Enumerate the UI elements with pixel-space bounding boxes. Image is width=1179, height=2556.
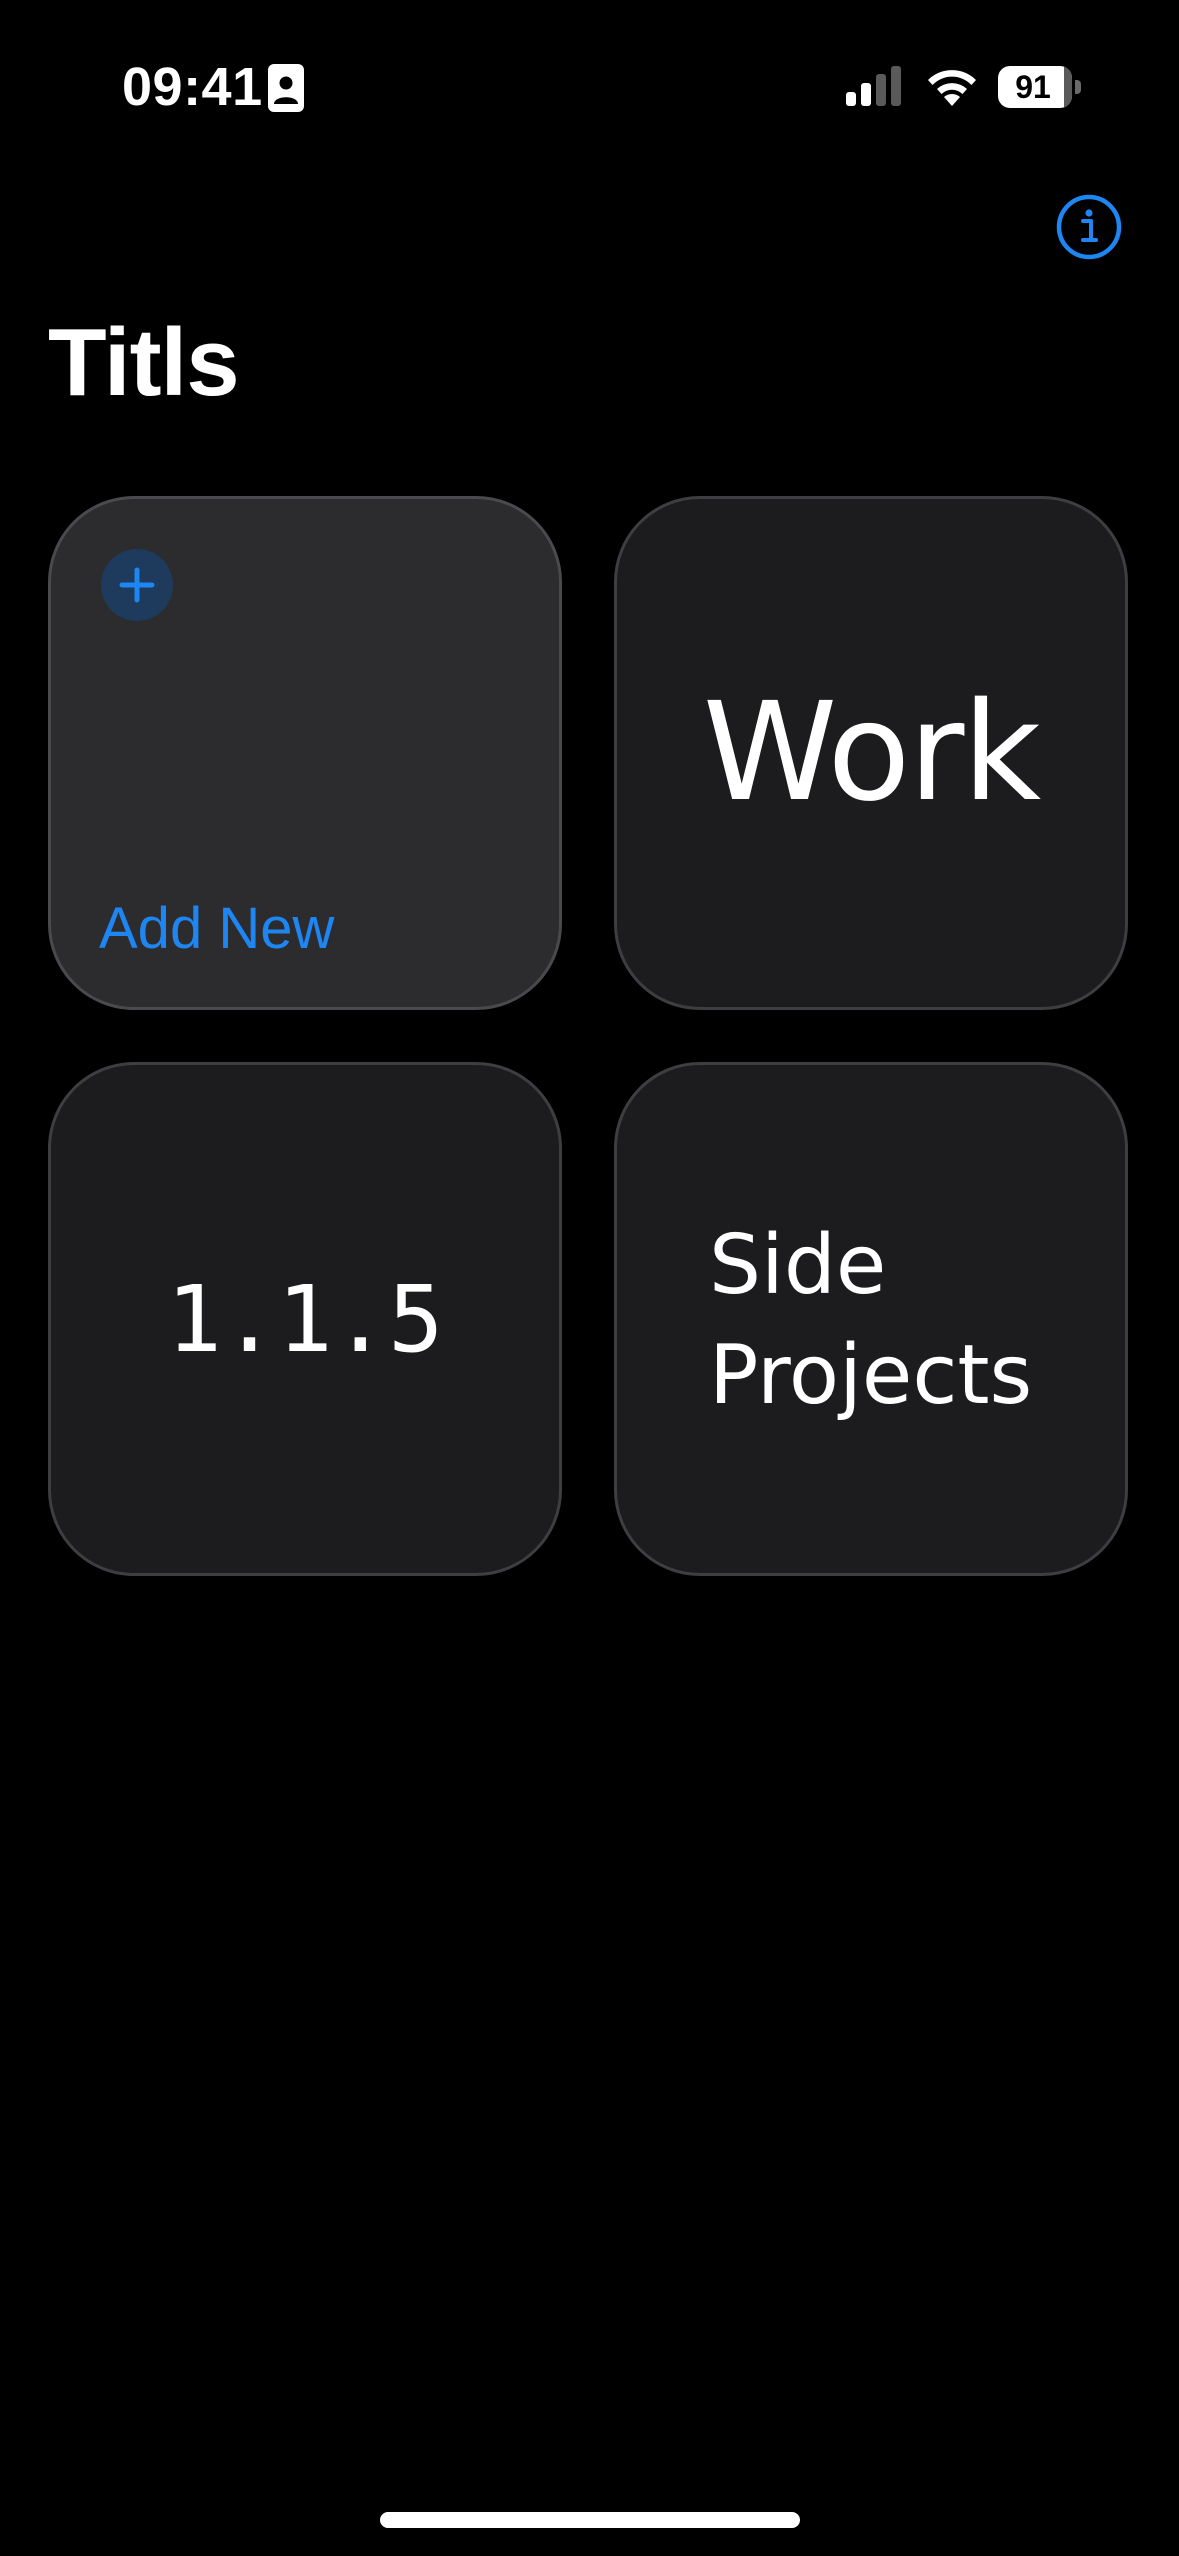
contact-card-icon bbox=[268, 64, 304, 112]
title-tile-side-projects[interactable]: Side Projects bbox=[614, 1062, 1128, 1576]
battery-cap bbox=[1075, 80, 1081, 94]
side-projects-label: Side Projects bbox=[709, 1211, 1032, 1431]
side-projects-line-2: Projects bbox=[709, 1328, 1033, 1423]
cellular-signal-icon bbox=[846, 66, 901, 106]
status-bar: 09:41 91 bbox=[0, 0, 1179, 150]
battery-icon: 91 bbox=[998, 66, 1082, 108]
add-new-label: Add New bbox=[99, 896, 335, 961]
home-indicator[interactable] bbox=[380, 2512, 800, 2528]
plus-button[interactable] bbox=[101, 549, 173, 621]
status-time: 09:41 bbox=[122, 57, 263, 117]
side-projects-line-1: Side bbox=[709, 1218, 887, 1313]
version-label: 1.1.5 bbox=[166, 1265, 444, 1373]
add-new-tile[interactable]: Add New bbox=[48, 496, 562, 1010]
battery-body: 91 bbox=[998, 66, 1072, 108]
info-circle-icon[interactable] bbox=[1056, 194, 1122, 260]
plus-icon bbox=[119, 567, 155, 603]
work-label: Work bbox=[702, 674, 1041, 832]
wifi-icon bbox=[928, 70, 976, 106]
title-tile-version[interactable]: 1.1.5 bbox=[48, 1062, 562, 1576]
battery-level: 91 bbox=[1015, 69, 1051, 105]
page-title: Titls bbox=[48, 309, 240, 416]
title-tile-work[interactable]: Work bbox=[614, 496, 1128, 1010]
